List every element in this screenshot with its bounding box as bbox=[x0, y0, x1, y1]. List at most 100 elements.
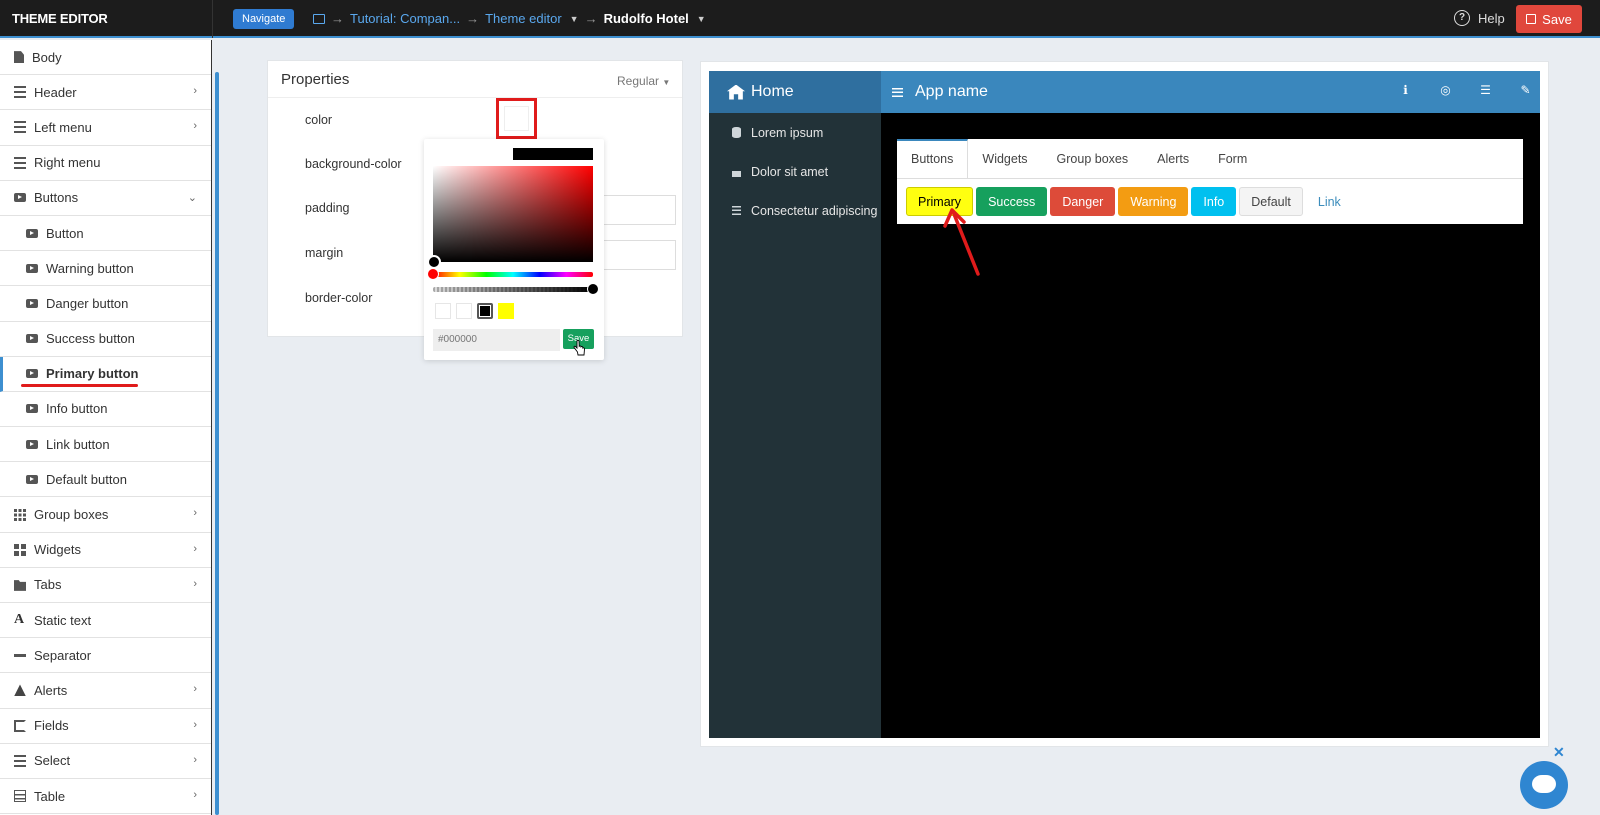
hex-input[interactable] bbox=[433, 329, 560, 351]
preset-swatch-white[interactable] bbox=[456, 303, 472, 319]
alpha-slider[interactable] bbox=[433, 287, 593, 292]
preset-swatch-yellow[interactable] bbox=[498, 303, 514, 319]
sidebar-item-label: Widgets bbox=[34, 542, 81, 558]
video-icon bbox=[14, 193, 26, 203]
sidebar-item-select[interactable]: Select › bbox=[0, 744, 211, 779]
sidebar-item-button[interactable]: Button bbox=[0, 216, 211, 252]
list-icon[interactable]: ☰ bbox=[1479, 84, 1492, 97]
chevron-right-icon: › bbox=[193, 542, 197, 555]
breadcrumb-item-theme-editor[interactable]: Theme editor bbox=[485, 11, 562, 26]
tab-widgets[interactable]: Widgets bbox=[968, 139, 1042, 179]
preview-menu-item[interactable]: Lorem ipsum bbox=[709, 113, 881, 152]
property-label-color: color bbox=[305, 113, 333, 127]
sidebar-item-label: Header bbox=[34, 84, 77, 100]
sidebar-item-warning-button[interactable]: Warning button bbox=[0, 251, 211, 287]
sidebar-item-fields[interactable]: Fields › bbox=[0, 709, 211, 744]
sidebar-item-separator[interactable]: Separator bbox=[0, 638, 211, 674]
app-title: THEME EDITOR bbox=[12, 11, 108, 26]
document-icon bbox=[14, 51, 24, 64]
preview-danger-button[interactable]: Danger bbox=[1050, 187, 1116, 216]
sidebar-item-group-boxes[interactable]: Group boxes › bbox=[0, 497, 211, 533]
chevron-down-icon: ⌄ bbox=[187, 191, 197, 204]
floppy-disk-icon bbox=[1526, 14, 1537, 24]
navigate-button[interactable]: Navigate bbox=[233, 9, 295, 29]
sidebar-item-label: Success button bbox=[46, 331, 135, 347]
preview-default-button[interactable]: Default bbox=[1239, 187, 1303, 216]
chevron-right-icon: › bbox=[193, 683, 197, 696]
sidebar: Body Header › Left menu › Right menu Butto… bbox=[0, 40, 212, 815]
preview-menu-label: Lorem ipsum bbox=[751, 125, 824, 140]
preview-app-title: App name bbox=[892, 71, 988, 113]
info-icon[interactable]: ℹ bbox=[1399, 84, 1412, 97]
sidebar-item-body[interactable]: Body bbox=[0, 40, 211, 76]
margin-input[interactable] bbox=[598, 240, 676, 270]
chevron-right-icon: › bbox=[193, 120, 197, 133]
breadcrumb-item-project[interactable]: Tutorial: Compan... bbox=[350, 11, 460, 26]
preview-menu-label: Dolor sit amet bbox=[751, 164, 829, 179]
preview-tabs: Buttons Widgets Group boxes Alerts Form bbox=[897, 139, 1523, 179]
close-icon[interactable]: ✕ bbox=[1553, 744, 1565, 761]
padding-input[interactable] bbox=[598, 195, 676, 225]
text-icon: A bbox=[14, 612, 25, 628]
preview-link-button[interactable]: Link bbox=[1306, 187, 1353, 216]
sidebar-item-success-button[interactable]: Success button bbox=[0, 322, 211, 357]
preview-success-button[interactable]: Success bbox=[976, 187, 1048, 216]
color-swatch[interactable] bbox=[496, 98, 537, 139]
preview-app: Home App name ℹ ◎ ☰ ✎ Lorem ipsum Dolor … bbox=[709, 71, 1540, 738]
sidebar-item-label: Right menu bbox=[34, 155, 101, 171]
saturation-handle[interactable] bbox=[427, 255, 441, 269]
video-icon bbox=[26, 228, 38, 238]
preset-swatch-black[interactable] bbox=[477, 303, 493, 319]
sidebar-item-primary-button[interactable]: Primary button bbox=[0, 356, 211, 392]
sidebar-item-widgets[interactable]: Widgets › bbox=[0, 533, 211, 568]
sidebar-item-static-text[interactable]: A Static text bbox=[0, 603, 211, 639]
tab-alerts[interactable]: Alerts bbox=[1143, 139, 1204, 179]
preview-info-button[interactable]: Info bbox=[1191, 187, 1237, 216]
chat-button[interactable] bbox=[1520, 761, 1568, 809]
caret-down-icon[interactable]: ▼ bbox=[570, 14, 579, 24]
color-preview-bar bbox=[513, 148, 593, 160]
divider bbox=[212, 0, 213, 38]
preview-menu-item[interactable]: Dolor sit amet bbox=[709, 152, 881, 191]
sidebar-item-alerts[interactable]: Alerts › bbox=[0, 673, 211, 709]
preset-swatch-white[interactable] bbox=[435, 303, 451, 319]
sidebar-item-tabs[interactable]: Tabs › bbox=[0, 568, 211, 603]
sidebar-item-default-button[interactable]: Default button bbox=[0, 462, 211, 498]
sidebar-item-info-button[interactable]: Info button bbox=[0, 392, 211, 428]
preview-home-link[interactable]: Home bbox=[709, 71, 881, 113]
sidebar-item-table[interactable]: Table › bbox=[0, 779, 211, 815]
sidebar-item-header[interactable]: Header › bbox=[0, 75, 211, 111]
preview-menu-item[interactable]: Consectetur adipiscing bbox=[709, 191, 881, 230]
sidebar-item-buttons[interactable]: Buttons ⌄ bbox=[0, 181, 211, 216]
tab-group-boxes[interactable]: Group boxes bbox=[1043, 139, 1144, 179]
hue-slider[interactable] bbox=[433, 272, 593, 277]
saturation-area[interactable] bbox=[433, 166, 593, 262]
annotation-underline bbox=[21, 383, 138, 387]
caret-down-icon[interactable]: ▼ bbox=[697, 14, 706, 24]
tab-form[interactable]: Form bbox=[1204, 139, 1262, 179]
tab-buttons[interactable]: Buttons bbox=[897, 139, 969, 179]
preview-warning-button[interactable]: Warning bbox=[1118, 187, 1189, 216]
sidebar-scrollbar[interactable] bbox=[212, 40, 220, 815]
sidebar-item-link-button[interactable]: Link button bbox=[0, 427, 211, 463]
save-button[interactable]: Save bbox=[1516, 5, 1582, 33]
window-icon[interactable] bbox=[313, 13, 325, 24]
sidebar-item-label: Link button bbox=[46, 436, 110, 452]
hue-handle[interactable] bbox=[427, 268, 439, 280]
folder-icon bbox=[14, 580, 26, 591]
preview-sidebar: Lorem ipsum Dolor sit amet Consectetur a… bbox=[709, 113, 881, 738]
property-label-padding: padding bbox=[305, 201, 350, 215]
wrench-icon[interactable]: ✎ bbox=[1519, 84, 1532, 97]
sidebar-item-right-menu[interactable]: Right menu bbox=[0, 146, 211, 181]
breadcrumb-item-theme[interactable]: Rudolfo Hotel bbox=[604, 11, 689, 26]
globe-icon[interactable]: ◎ bbox=[1439, 84, 1452, 97]
hamburger-icon[interactable] bbox=[892, 87, 903, 97]
scrollbar-thumb[interactable] bbox=[215, 72, 219, 815]
help-link[interactable]: ? Help bbox=[1454, 10, 1505, 26]
sidebar-item-danger-button[interactable]: Danger button bbox=[0, 286, 211, 322]
alpha-handle[interactable] bbox=[587, 283, 599, 295]
state-dropdown[interactable]: Regular ▼ bbox=[617, 74, 670, 88]
app-name-label: App name bbox=[915, 83, 988, 100]
sidebar-item-left-menu[interactable]: Left menu › bbox=[0, 110, 211, 146]
chevron-right-icon: › bbox=[193, 753, 197, 766]
